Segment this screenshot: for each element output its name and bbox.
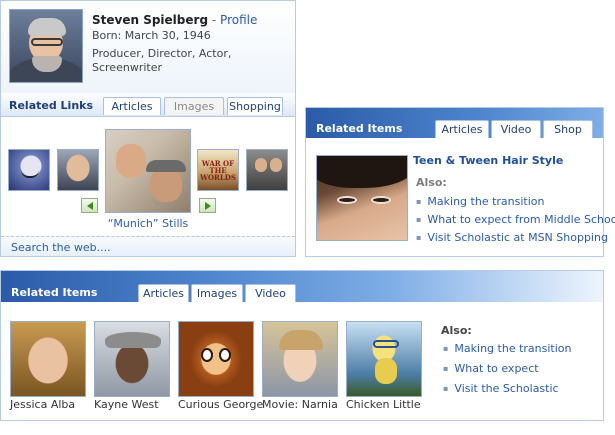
group-face-1: [255, 158, 267, 172]
card-label[interactable]: Curious George: [178, 398, 263, 411]
group-face-2: [270, 158, 282, 172]
profile-panel: Steven Spielberg - Profile Born: March 3…: [0, 0, 296, 257]
search-web-link[interactable]: Search the web....: [1, 236, 295, 256]
tab-shopping[interactable]: Shopping: [227, 97, 283, 115]
profile-name: Steven Spielberg: [92, 13, 209, 27]
war-poster-text: WAR OF THE WORLDS: [200, 159, 236, 182]
related-items-small-title: Related Items: [316, 122, 403, 135]
tab-video[interactable]: Video: [491, 120, 541, 138]
image-eye-left: [337, 196, 357, 204]
related-items-small-bar: Related Items Articles Video Shop: [306, 108, 603, 138]
card-label[interactable]: Movie: Narnia: [262, 398, 338, 411]
profile-photo[interactable]: [9, 9, 83, 83]
portrait-hair: [279, 330, 323, 350]
also-label: Also:: [416, 176, 447, 189]
card-curious-george[interactable]: [178, 321, 254, 397]
hair-style-heading[interactable]: Teen & Tween Hair Style: [413, 154, 563, 167]
thumb-group-photo[interactable]: [246, 149, 288, 191]
tab-shop[interactable]: Shop: [543, 120, 593, 138]
related-items-wide-title: Related Items: [11, 286, 98, 299]
card-jessica-alba[interactable]: [10, 321, 86, 397]
image-eye-right: [371, 196, 391, 204]
thumb-war-of-the-worlds[interactable]: WAR OF THE WORLDS: [197, 149, 239, 191]
also-links: Making the transition What to expect fro…: [416, 195, 615, 249]
tab-articles[interactable]: Articles: [435, 120, 489, 138]
george-eye-left: [201, 348, 213, 362]
profile-header: Steven Spielberg - Profile Born: March 3…: [1, 1, 295, 93]
tab-images[interactable]: Images: [164, 97, 224, 115]
list-item[interactable]: Visit the Scholastic: [443, 382, 572, 402]
chicken-body: [375, 358, 397, 384]
thumb-munich-featured[interactable]: [105, 129, 191, 213]
profile-born: Born: March 30, 1946: [92, 29, 211, 42]
card-label[interactable]: Kayne West: [94, 398, 159, 411]
profile-name-line: Steven Spielberg - Profile: [92, 13, 257, 27]
list-item[interactable]: Making the transition: [443, 342, 571, 362]
hair-style-image[interactable]: [316, 155, 408, 241]
also-label: Also:: [441, 324, 472, 337]
image-carousel: WAR OF THE WORLDS “Munich” Stills: [1, 118, 295, 236]
arrow-right-icon[interactable]: [199, 198, 216, 213]
card-label[interactable]: Chicken Little: [346, 398, 421, 411]
arrow-left-icon[interactable]: [81, 198, 98, 213]
related-links-title: Related Links: [9, 99, 94, 112]
list-item[interactable]: Making the transition: [416, 195, 615, 213]
carousel-caption[interactable]: “Munich” Stills: [105, 217, 191, 230]
george-eye-right: [219, 348, 231, 362]
list-item[interactable]: What to expect from Middle School: [416, 213, 615, 231]
munich-cap: [146, 160, 186, 172]
related-items-small-panel: Related Items Articles Video Shop Teen &…: [305, 107, 615, 257]
card-chicken-little[interactable]: [346, 321, 422, 397]
list-item[interactable]: What to expect: [443, 362, 572, 382]
thumb-spielberg[interactable]: [57, 149, 99, 191]
profile-link[interactable]: Profile: [220, 13, 257, 27]
related-items-wide-bar: Related Items Articles Images Video: [1, 271, 603, 302]
portrait-beard: [32, 56, 62, 72]
list-item[interactable]: Visit Scholastic at MSN Shopping: [416, 231, 615, 249]
tab-articles[interactable]: Articles: [103, 97, 161, 115]
card-movie-narnia[interactable]: [262, 321, 338, 397]
chicken-glasses: [373, 340, 399, 348]
profile-roles: Producer, Director, Actor, Screenwriter: [92, 47, 232, 74]
card-label[interactable]: Jessica Alba: [10, 398, 75, 411]
card-kayne-west[interactable]: [94, 321, 170, 397]
related-links-bar: Related Links Articles Images Shopping: [1, 93, 295, 117]
profile-separator: -: [211, 13, 217, 27]
image-hair: [317, 156, 407, 188]
also-links: Making the transition What to expect Vis…: [443, 342, 572, 402]
related-items-wide-panel: Related Items Articles Images Video Jess…: [0, 270, 604, 421]
portrait-glasses: [31, 38, 63, 46]
thumb-et[interactable]: [8, 149, 50, 191]
portrait-hair: [28, 18, 66, 36]
munich-face-1: [116, 144, 146, 178]
tab-images[interactable]: Images: [191, 284, 243, 302]
tab-video[interactable]: Video: [245, 284, 296, 302]
portrait-hat: [105, 332, 161, 348]
munich-face-2: [150, 168, 182, 202]
tab-articles[interactable]: Articles: [138, 284, 189, 302]
